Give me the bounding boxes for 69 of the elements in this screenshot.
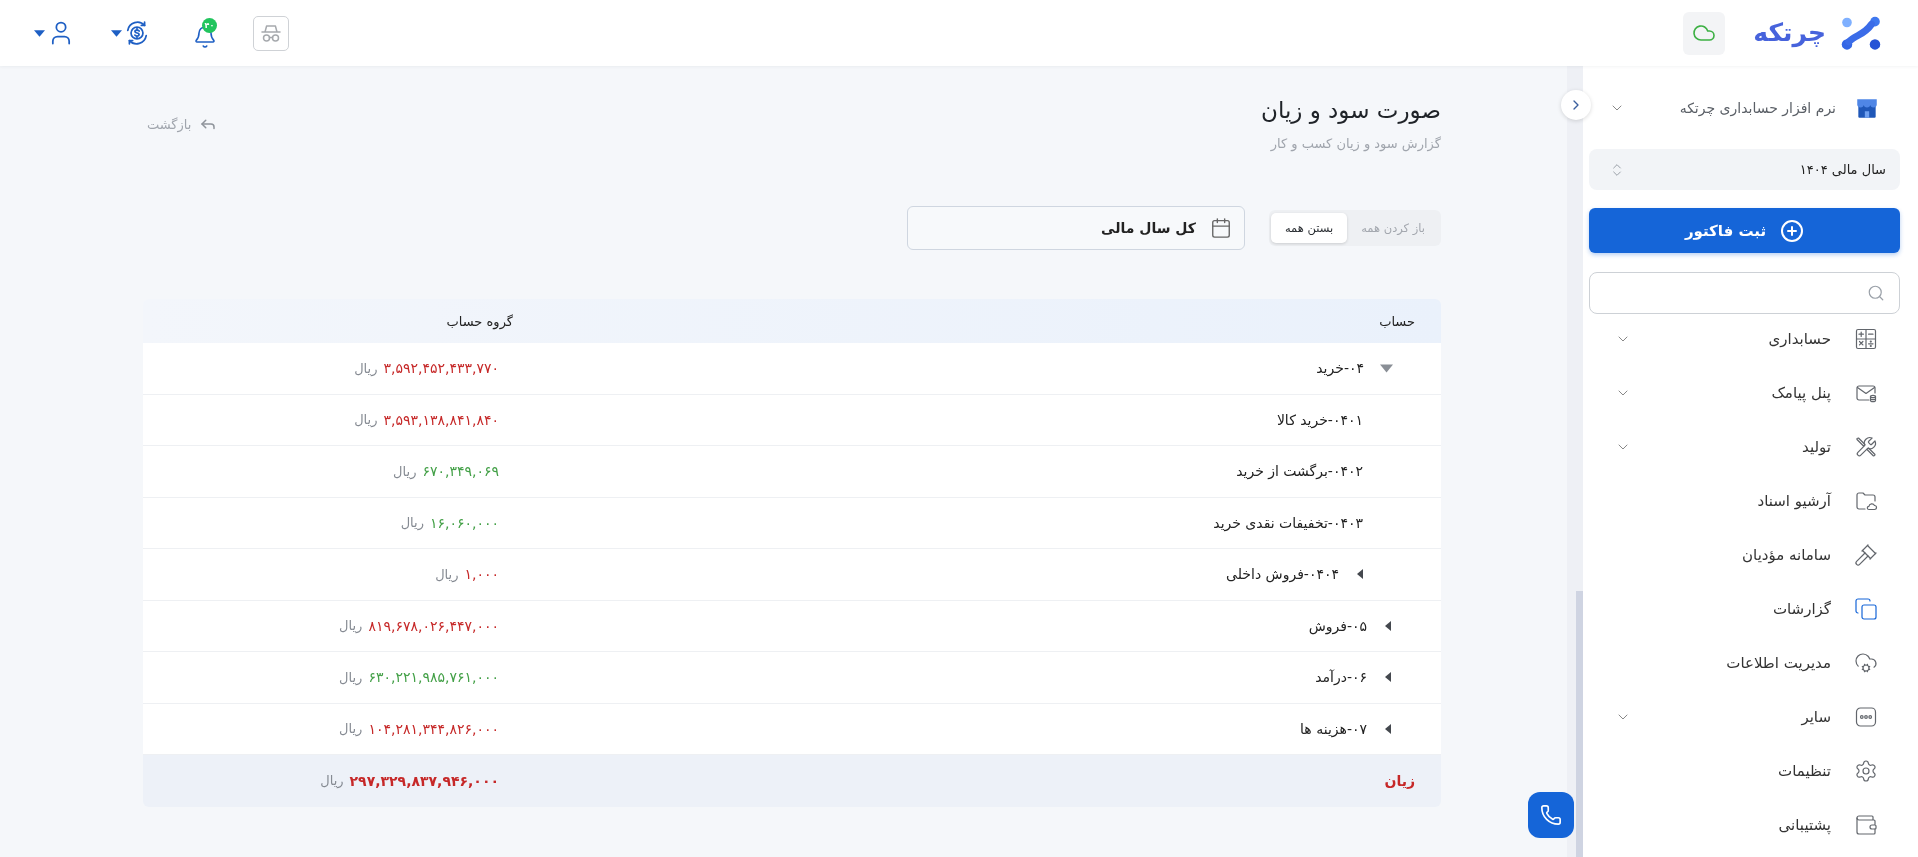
currency-exchange-icon xyxy=(124,20,150,46)
sidebar-item[interactable]: سایر xyxy=(1589,694,1900,740)
currency-unit: ریال xyxy=(400,515,424,531)
sidebar-item[interactable]: مدیریت اطلاعات xyxy=(1589,640,1900,686)
notification-badge: ۴۰ xyxy=(202,17,217,33)
account-name: ۰۴۰۴-فروش داخلی xyxy=(1226,566,1339,583)
account-name: ۰۴۰۳-تخفیفات نقدی خرید xyxy=(1213,514,1363,531)
call-button[interactable] xyxy=(1528,792,1574,838)
account-name: ۰۷-هزینه ها xyxy=(1300,720,1367,737)
caret-left-icon[interactable] xyxy=(1383,723,1393,734)
sidebar-item[interactable]: سامانه مؤدیان xyxy=(1589,532,1900,578)
amount-value: ۶۷۰,۳۴۹,۰۶۹ xyxy=(422,463,499,480)
scrollbar-track[interactable] xyxy=(1567,66,1583,857)
cloud-button[interactable] xyxy=(1683,11,1726,55)
total-label: زیان xyxy=(1384,772,1415,789)
currency-unit: ریال xyxy=(339,721,363,737)
phone-icon xyxy=(1540,804,1562,826)
calendar-icon xyxy=(1209,217,1232,239)
page-title: صورت سود و زیان xyxy=(1261,96,1441,126)
amount-value: ۳,۵۹۲,۴۵۲,۴۳۳,۷۷۰ xyxy=(383,360,499,377)
logo-text: چرتکه xyxy=(1753,17,1826,50)
currency-unit: ریال xyxy=(393,463,417,479)
caret-left-icon[interactable] xyxy=(1383,672,1393,683)
fiscal-year-select[interactable]: سال مالی ۱۴۰۴ xyxy=(1589,149,1900,190)
search-icon xyxy=(1867,284,1885,302)
currency-unit: ریال xyxy=(339,618,363,634)
account-name: ۰۴-خرید xyxy=(1316,360,1364,377)
caret-left-icon[interactable] xyxy=(1383,620,1393,631)
new-invoice-button[interactable]: ثبت فاکتور xyxy=(1589,208,1900,253)
amount-value: ۳,۵۹۳,۱۳۸,۸۴۱,۸۴۰ xyxy=(383,411,499,428)
collapse-button[interactable] xyxy=(1561,90,1591,120)
currency-unit: ریال xyxy=(435,566,459,582)
search-field[interactable] xyxy=(1589,272,1900,314)
amount-value: ۱۰۴,۲۸۱,۳۴۴,۸۲۶,۰۰۰ xyxy=(368,720,499,737)
plus-circle-icon xyxy=(1780,218,1805,243)
period-select[interactable]: کل سال مالی xyxy=(906,206,1245,250)
amount-value: ۲۹۷,۳۲۹,۸۳۷,۹۴۶,۰۰۰ xyxy=(349,772,499,789)
page-subtitle: گزارش سود و زیان کسب و کار xyxy=(1270,135,1441,154)
caret-down-icon xyxy=(111,27,122,39)
currency-unit: ریال xyxy=(354,360,378,376)
currency-unit: ریال xyxy=(320,773,344,789)
sidebar-item[interactable]: حسابداری xyxy=(1589,316,1900,362)
sidebar-item[interactable]: تنظیمات xyxy=(1589,748,1900,794)
currency-unit: ریال xyxy=(339,669,363,685)
connected-dots-icon xyxy=(1840,15,1882,51)
column-header: گروه حساب xyxy=(446,313,513,329)
account-name: ۰۶-درآمد xyxy=(1315,669,1367,686)
sidebar-item[interactable]: آرشیو اسناد xyxy=(1589,478,1900,524)
currency-unit: ریال xyxy=(354,412,378,428)
amount-value: ۱,۰۰۰ xyxy=(464,566,499,583)
segment-button[interactable]: بستن همه xyxy=(1270,213,1348,243)
sidebar-item[interactable]: گزارشات xyxy=(1589,586,1900,632)
sidebar-item[interactable]: پشتیبانی xyxy=(1589,802,1900,848)
account-name: ۰۴۰۲-برگشت از خرید xyxy=(1236,463,1363,480)
column-header: حساب xyxy=(1379,313,1415,329)
amount-value: ۸۱۹,۶۷۸,۰۲۶,۴۴۷,۰۰۰ xyxy=(368,617,499,634)
scrollbar-thumb[interactable] xyxy=(1576,591,1583,857)
sidebar-item[interactable]: تولید xyxy=(1589,424,1900,470)
incognito-button[interactable] xyxy=(253,15,289,51)
bell-icon xyxy=(193,24,217,49)
amount-value: ۱۶,۰۶۰,۰۰۰ xyxy=(429,514,499,531)
account-name: ۰۵-فروش xyxy=(1308,617,1367,634)
company-select[interactable]: نرم افزار حسابداری چرتکه xyxy=(1589,86,1900,130)
caret-left-icon[interactable] xyxy=(1355,569,1365,580)
currency-menu-button[interactable] xyxy=(111,20,150,46)
caret-down-icon xyxy=(34,27,45,39)
account-name: ۰۴۰۱-خرید کالا xyxy=(1276,411,1363,428)
amount-value: ۶۳۰,۲۲۱,۹۸۵,۷۶۱,۰۰۰ xyxy=(368,669,499,686)
sidebar-item[interactable]: پنل پیامک xyxy=(1589,370,1900,416)
